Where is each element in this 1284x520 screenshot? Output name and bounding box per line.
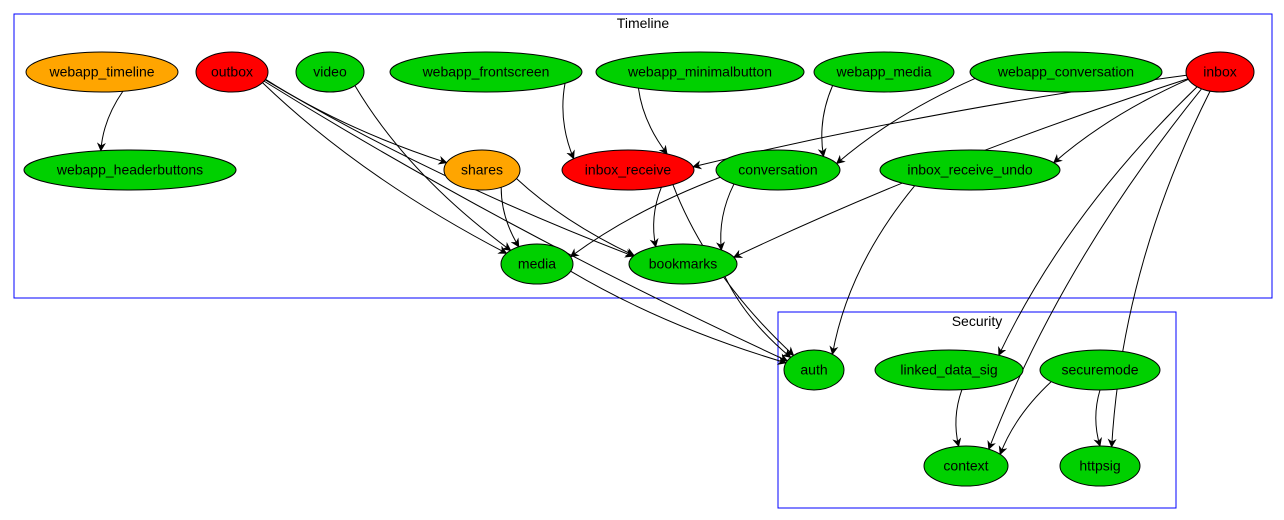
node-label-webapp_media: webapp_media (836, 64, 932, 80)
node-label-linked_data_sig: linked_data_sig (900, 362, 997, 378)
edge-inbox-context (989, 89, 1202, 449)
node-inbox_receive: inbox_receive (562, 150, 694, 190)
node-label-context: context (943, 458, 988, 474)
edge-conversation-bookmarks (721, 184, 734, 250)
edge-bookmarks-auth (725, 277, 791, 358)
node-label-shares: shares (461, 162, 503, 178)
node-label-inbox_receive: inbox_receive (585, 162, 672, 178)
node-webapp_headerbuttons: webapp_headerbuttons (24, 150, 236, 190)
node-label-auth: auth (800, 362, 827, 378)
node-httpsig: httpsig (1060, 446, 1140, 486)
edge-securemode-httpsig (1096, 390, 1100, 446)
node-inbox: inbox (1186, 52, 1254, 92)
edge-shares-media (501, 187, 519, 246)
edge-media-auth (571, 271, 786, 363)
cluster-label-timeline: Timeline (617, 15, 670, 31)
node-label-outbox: outbox (211, 64, 253, 80)
node-label-httpsig: httpsig (1079, 458, 1120, 474)
node-conversation: conversation (716, 150, 840, 190)
node-media: media (501, 244, 573, 284)
edge-webapp_frontscreen-inbox_receive (563, 83, 574, 158)
node-webapp_conversation: webapp_conversation (970, 52, 1162, 92)
node-video: video (296, 52, 364, 92)
edge-outbox-shares (266, 79, 447, 162)
node-label-webapp_conversation: webapp_conversation (997, 64, 1134, 80)
node-inbox_receive_undo: inbox_receive_undo (880, 150, 1060, 190)
edge-inbox-linked_data_sig (999, 87, 1197, 355)
node-label-webapp_timeline: webapp_timeline (48, 64, 154, 80)
node-webapp_minimalbutton: webapp_minimalbutton (596, 52, 804, 92)
node-outbox: outbox (196, 52, 268, 92)
edge-linked_data_sig-context (956, 390, 962, 447)
edge-webapp_timeline-webapp_headerbuttons (101, 91, 123, 151)
node-shares: shares (444, 150, 520, 190)
node-label-securemode: securemode (1061, 362, 1138, 378)
node-webapp_media: webapp_media (814, 52, 954, 92)
node-label-media: media (518, 256, 556, 272)
edge-webapp_media-conversation (822, 86, 833, 157)
dependency-graph: Timeline Security webapp_timeline outbox vi… (0, 0, 1284, 520)
node-label-inbox: inbox (1203, 64, 1236, 80)
node-webapp_frontscreen: webapp_frontscreen (390, 52, 582, 92)
node-label-webapp_headerbuttons: webapp_headerbuttons (56, 162, 203, 178)
node-label-bookmarks: bookmarks (649, 256, 717, 272)
edge-inbox_receive-bookmarks (654, 187, 662, 246)
edge-inbox_receive_undo-auth (832, 186, 914, 354)
node-label-webapp_minimalbutton: webapp_minimalbutton (627, 64, 772, 80)
node-bookmarks: bookmarks (629, 244, 737, 284)
node-context: context (924, 446, 1008, 486)
node-webapp_timeline: webapp_timeline (26, 52, 178, 92)
node-linked_data_sig: linked_data_sig (875, 350, 1023, 390)
edge-inbox-httpsig (1112, 91, 1210, 447)
node-auth: auth (784, 350, 844, 390)
node-label-inbox_receive_undo: inbox_receive_undo (907, 162, 1033, 178)
node-label-video: video (313, 64, 347, 80)
edge-securemode-context (1000, 382, 1051, 455)
node-label-conversation: conversation (738, 162, 817, 178)
edge-webapp_minimalbutton-inbox_receive (638, 88, 667, 154)
node-securemode: securemode (1040, 350, 1160, 390)
node-label-webapp_frontscreen: webapp_frontscreen (422, 64, 550, 80)
cluster-label-security: Security (952, 313, 1003, 329)
